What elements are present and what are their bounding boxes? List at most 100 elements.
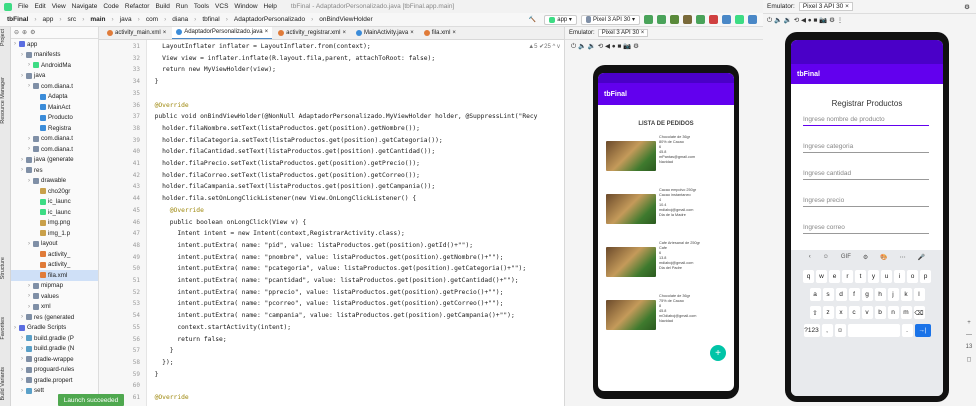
code-line[interactable]: holder.fila.setOnLongClickListener(new V…	[147, 195, 416, 202]
tree-item[interactable]: › app	[11, 39, 98, 50]
tree-item[interactable]: Adapta	[11, 92, 98, 103]
code-line[interactable]: return new MyViewHolder(view);	[147, 66, 276, 73]
device-select[interactable]: Pixel 3 API 30 ▾	[580, 14, 640, 25]
code-line[interactable]: intent.putExtra( name: "pcategoria", val…	[147, 265, 526, 272]
keyboard-key[interactable]: q	[803, 270, 814, 283]
breadcrumb-item[interactable]: java	[117, 15, 135, 24]
close-icon[interactable]: ×	[163, 30, 167, 36]
tree-item[interactable]: › values	[11, 291, 98, 302]
editor-tab[interactable]: AdaptadorPersonalizado.java ×	[172, 27, 273, 39]
menu-item-vcs[interactable]: VCS	[215, 3, 228, 10]
breadcrumb-item[interactable]: diana	[169, 15, 191, 24]
tree-item[interactable]: › java (generate	[11, 155, 98, 166]
keyboard-key[interactable]: w	[816, 270, 827, 283]
keyboard-key[interactable]: .	[901, 324, 913, 337]
tree-item[interactable]: activity_	[11, 249, 98, 260]
tree-item[interactable]: fila.xml	[11, 270, 98, 281]
emulator-side-control[interactable]: ◻	[967, 356, 972, 363]
menu-item-tools[interactable]: Tools	[194, 3, 209, 10]
tree-item[interactable]: › manifests	[11, 50, 98, 61]
emulator2-device-tab[interactable]: Pixel 3 API 30 ×	[798, 2, 853, 11]
keyboard-suggestion[interactable]: ⚙	[863, 254, 868, 261]
menu-item-code[interactable]: Code	[103, 3, 119, 10]
code-line[interactable]: return false;	[147, 336, 226, 343]
close-icon[interactable]: ×	[452, 30, 456, 36]
sdk-manager-icon[interactable]	[748, 15, 757, 24]
keyboard-key[interactable]: ,	[821, 324, 833, 337]
keyboard-key[interactable]: l	[913, 288, 925, 301]
keyboard-key[interactable]: f	[848, 288, 860, 301]
keyboard-key[interactable]: r	[842, 270, 853, 283]
keyboard-key[interactable]: ⌫	[913, 306, 925, 319]
keyboard-key[interactable]: ?123	[803, 324, 820, 337]
product-card[interactable]: Cacao empolvo 250gr Cacao instantaneo 4 10.…	[606, 188, 728, 230]
keyboard-key[interactable]: x	[835, 306, 847, 319]
debug-icon[interactable]	[670, 15, 679, 24]
expand-icon[interactable]: ⊕	[22, 29, 27, 36]
tree-item[interactable]: Producto	[11, 113, 98, 124]
keyboard-key[interactable]: h	[874, 288, 886, 301]
breadcrumb-item[interactable]: com	[143, 15, 161, 24]
keyboard-key[interactable]: d	[835, 288, 847, 301]
menu-item-navigate[interactable]: Navigate	[72, 3, 98, 10]
attach-icon[interactable]	[696, 15, 705, 24]
add-product-fab[interactable]: +	[710, 345, 726, 361]
tree-item[interactable]: › build.gradle (N	[11, 344, 98, 355]
keyboard-suggestion[interactable]: GIF	[841, 254, 851, 261]
menu-item-refactor[interactable]: Refactor	[125, 3, 150, 10]
close-icon[interactable]: ×	[410, 30, 414, 36]
inspection-status[interactable]: ▲5 ✔25 ^ v	[528, 43, 560, 50]
keyboard-key[interactable]: t	[855, 270, 866, 283]
apply-changes-icon[interactable]	[644, 15, 653, 24]
tree-item[interactable]: › java	[11, 71, 98, 82]
code-line[interactable]: public void onBindViewHolder(@NonNull Ad…	[147, 113, 538, 120]
keyboard-key[interactable]: →|	[914, 324, 931, 337]
tree-item[interactable]: MainAct	[11, 102, 98, 113]
tree-item[interactable]: › build.gradle (P	[11, 333, 98, 344]
tree-item[interactable]: ic_launc	[11, 207, 98, 218]
collapse-icon[interactable]: ⊖	[14, 29, 19, 36]
code-line[interactable]: }	[147, 347, 174, 354]
code-line[interactable]: holder.filaPrecio.setText(listaProductos…	[147, 160, 420, 167]
tree-item[interactable]: img.png	[11, 218, 98, 229]
tree-item[interactable]: › proguard-rules	[11, 365, 98, 376]
tool-tab-structure[interactable]: Structure	[0, 257, 11, 279]
code-line[interactable]: }	[147, 78, 159, 85]
breadcrumb-item[interactable]: AdaptadorPersonalizado	[231, 15, 308, 24]
menu-item-build[interactable]: Build	[155, 3, 169, 10]
code-line[interactable]: @Override	[147, 394, 189, 401]
code-line[interactable]: public boolean onLongClick(View v) {	[147, 219, 307, 226]
form-input[interactable]: Ingrese correo	[803, 218, 929, 234]
menu-item-file[interactable]: File	[18, 3, 28, 10]
keyboard-key[interactable]: i	[894, 270, 905, 283]
emulator-side-control[interactable]: —	[966, 332, 972, 338]
emulator-side-control[interactable]: 13	[966, 344, 973, 350]
code-editor[interactable]: ▲5 ✔25 ^ v LayoutInflater inflater = Lay…	[147, 40, 564, 406]
keyboard-key[interactable]: m	[900, 306, 912, 319]
product-card[interactable]: Cafe Artesanal de 250gr Cafe 6 13.8 mdiaboj@…	[606, 241, 728, 283]
emulator2-controls[interactable]: ⏻ 🔈 🔉 ⟲ ◀ ● ■ 📷 ⚙ ⋮	[763, 14, 976, 26]
keyboard-key[interactable]: ⇧	[809, 306, 821, 319]
menu-item-help[interactable]: Help	[264, 3, 277, 10]
menu-item-edit[interactable]: Edit	[34, 3, 45, 10]
code-line[interactable]: });	[147, 359, 173, 366]
code-line[interactable]: @Override	[147, 102, 189, 109]
tree-item[interactable]: › res (generated	[11, 312, 98, 323]
breadcrumb-item[interactable]: main	[87, 15, 108, 24]
product-card[interactable]: Chocolate de 36gr 75% de Cacao 8 45.8 mOdiab…	[606, 294, 728, 336]
keyboard-suggestion[interactable]: ‹	[809, 254, 811, 261]
code-line[interactable]: holder.filaCategoria.setText(listaProduc…	[147, 137, 443, 144]
sync-icon[interactable]	[722, 15, 731, 24]
editor-tab[interactable]: activity_registrar.xml ×	[274, 27, 350, 39]
code-line[interactable]: intent.putExtra( name: "pid", value: lis…	[147, 242, 473, 249]
keyboard-key[interactable]: s	[822, 288, 834, 301]
tree-item[interactable]: › mipmap	[11, 281, 98, 292]
menu-item-view[interactable]: View	[52, 3, 66, 10]
tree-item[interactable]: › layout	[11, 239, 98, 250]
keyboard-suggestion[interactable]: ⋯	[900, 254, 906, 261]
code-line[interactable]: intent.putExtra( name: "pcorreo", value:…	[147, 300, 503, 307]
code-line[interactable]: holder.filaCampania.setText(listaProduct…	[147, 183, 435, 190]
breadcrumb-item[interactable]: onBindViewHolder	[316, 15, 375, 24]
hammer-icon[interactable]: 🔨	[525, 15, 540, 25]
tool-tab-build-variants[interactable]: Build Variants	[0, 367, 11, 401]
